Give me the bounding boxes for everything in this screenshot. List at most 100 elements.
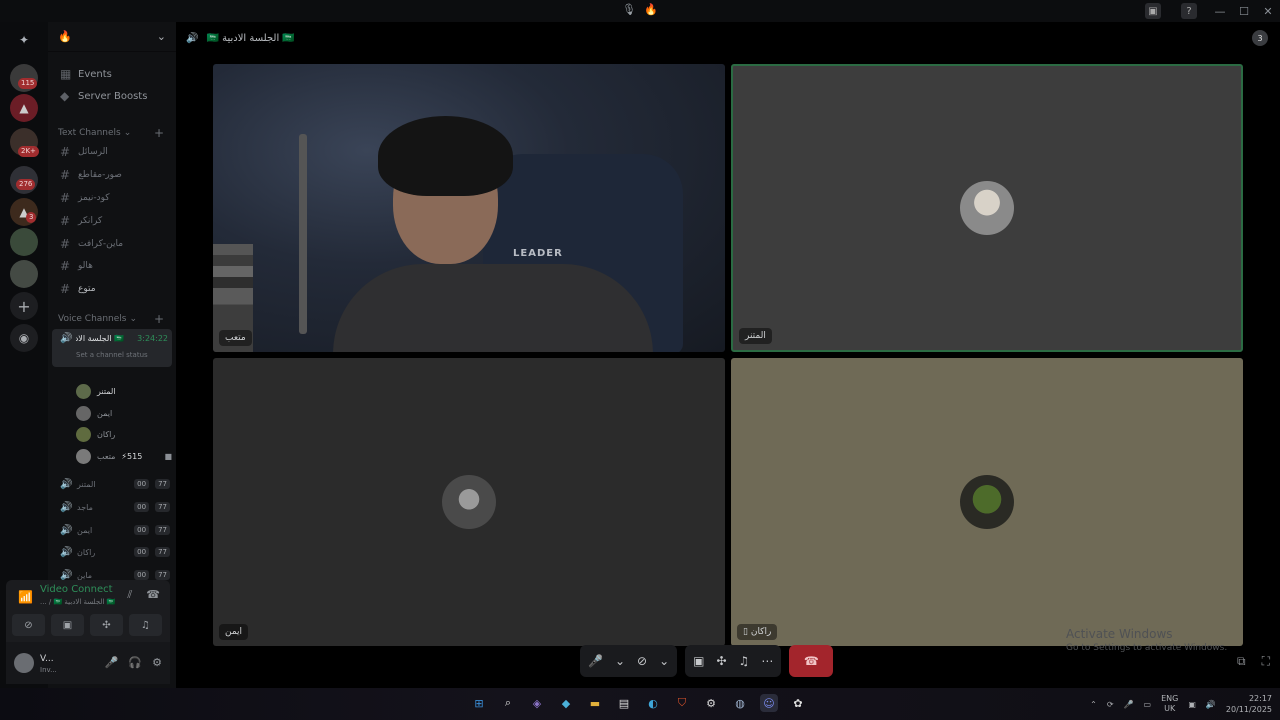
boosts-item[interactable]: ◆ Server Boosts [48,86,176,106]
voice-channel[interactable]: 🔊 المتنر 00 77 [48,473,176,495]
sync-icon[interactable]: ⟳ [1107,700,1114,709]
server-icon-2[interactable]: ▲ [10,94,38,122]
activities-icon[interactable]: ✣ [716,654,726,668]
volume-icon[interactable]: 🔊 [1206,700,1216,709]
activities-icon[interactable]: ✣ [90,614,123,636]
noise-suppression-icon[interactable]: ⫽ [127,588,132,602]
windows-start-icon[interactable]: ⊞ [470,694,488,712]
text-channel[interactable]: # كود-نيمز [48,188,176,208]
more-icon[interactable]: ⋯ [761,654,773,668]
active-voice-channel[interactable]: 🔊 🇸🇦 الجلسة الادبية 3:24:22 Set a channe… [52,329,172,367]
server-icon-6[interactable] [10,228,38,256]
gamepad-icon[interactable]: ◈ [528,694,546,712]
server-icon-7[interactable] [10,260,38,288]
fullscreen-icon[interactable]: ⛶ [1262,654,1270,669]
voice-member[interactable]: ايمن [76,403,172,423]
brave-icon[interactable]: ⛉ [673,694,691,712]
text-channel[interactable]: # كرانكر [48,211,176,231]
text-channel[interactable]: # متوع [48,279,176,299]
store-icon[interactable]: ▤ [615,694,633,712]
pill: 00 [134,525,150,535]
text-channel[interactable]: # هالو [48,256,176,276]
camera-icon: ■ [164,451,172,461]
voice-member[interactable]: متعب ⚡515 ■ [76,446,172,466]
video-tile[interactable]: LEADER متعب [213,64,725,352]
microphone-icon[interactable]: 🎤 [1124,700,1134,709]
help-icon[interactable]: ? [1181,3,1197,19]
screen-share-icon[interactable]: ▣ [51,614,84,636]
copilot-icon[interactable]: ◆ [557,694,575,712]
gear-icon[interactable]: ⚙ [152,656,162,669]
hangup-button[interactable]: ☎ [789,645,834,677]
video-tile[interactable]: ايمن [213,358,725,646]
signal-icon[interactable]: 📶 [18,590,33,604]
pill: 00 [134,570,150,580]
close-button[interactable]: ✕ [1256,0,1280,22]
activation-watermark-title: Activate Windows [1066,627,1173,641]
chevron-icon: ⌄ [123,128,132,138]
soundboard-icon[interactable]: ♫ [129,614,162,636]
steam-icon[interactable]: ◍ [731,694,749,712]
screen-share-icon[interactable]: ▣ [1145,3,1161,19]
voice-channels-category[interactable]: Voice Channels ⌄ [58,314,137,324]
folder-icon[interactable]: ▬ [586,694,604,712]
text-channels-category[interactable]: Text Channels ⌄ [58,128,131,138]
maximize-button[interactable]: ☐ [1232,0,1256,22]
hash-icon: # [60,282,71,296]
discord-icon[interactable]: ☺ [760,694,778,712]
activity-icon[interactable]: 3 [1252,30,1268,46]
add-text-channel-icon[interactable]: + [154,126,164,140]
video-tile[interactable]: ▯ راكان [731,358,1243,646]
text-channel[interactable]: # الرسائل [48,142,176,162]
disconnect-icon[interactable]: ☎ [146,588,160,602]
server-header[interactable]: 🔥 ⌄ [48,22,176,52]
voice-connected-panel: 📶 Video Connect 🇸🇦 الجلسة الادبية 🇸🇦 / .… [6,580,170,642]
title-bar: 🎙 🔥 ▣ ? — ☐ ✕ [0,0,1280,22]
popout-icon[interactable]: ⧉ [1237,654,1246,669]
text-channel[interactable]: # ماين-كرافت [48,234,176,254]
search-icon[interactable]: ⌕ [499,694,517,712]
chevron-down-icon[interactable]: ⌄ [615,654,625,668]
channel-pills: 00 77 [131,502,170,512]
settings-icon[interactable]: ⚙ [702,694,720,712]
voice-channel[interactable]: 🔊 راكان 00 77 [48,541,176,563]
chevron-down-icon[interactable]: ⌄ [659,654,669,668]
active-voice-name: 🇸🇦 الجلسة الادبية [76,334,124,343]
screen-share-icon[interactable]: ▣ [693,654,704,668]
discord-home-icon[interactable]: ✦ [10,26,38,54]
camera-off-icon[interactable]: ⊘ [12,614,45,636]
text-channel[interactable]: # صور-مقاطع [48,165,176,185]
hash-icon: # [60,214,71,228]
edge-icon[interactable]: ◐ [644,694,662,712]
explore-icon[interactable]: ◉ [10,324,38,352]
chevron-down-icon[interactable]: ⌄ [157,30,166,43]
events-item[interactable]: ▦ Events [48,64,176,84]
soundboard-icon[interactable]: ♫ [739,654,750,668]
clock[interactable]: 22:17 20/11/2025 [1226,693,1272,715]
microphone-icon[interactable]: 🎤 [588,654,603,668]
microphone-icon[interactable]: 🎤 [105,656,119,669]
avatar[interactable] [14,653,34,673]
events-label: Events [78,68,112,80]
camera-off-icon[interactable]: ⊘ [637,654,647,668]
video-tile[interactable]: المتنر [731,64,1243,352]
display-icon[interactable]: ▭ [1144,700,1152,709]
voice-member[interactable]: راكان [76,424,172,444]
network-icon[interactable]: ▣ [1188,700,1196,709]
voice-call-icon[interactable]: 🎙 [622,3,636,16]
minimize-button[interactable]: — [1208,0,1232,22]
speaker-icon: 🔊 [60,546,73,558]
voice-channel[interactable]: 🔊 ماجد 00 77 [48,496,176,518]
headphones-icon[interactable]: 🎧 [128,656,142,669]
voice-channel[interactable]: 🔊 ايمن 00 77 [48,519,176,541]
title-right-icons: ▣ ? [1145,3,1197,19]
channel-status[interactable]: Set a channel status [76,351,148,359]
language-indicator[interactable]: ENG UK [1161,694,1178,714]
chevron-up-icon[interactable]: ⌃ [1090,700,1097,709]
add-server-icon[interactable]: + [10,292,38,320]
chatgpt-icon[interactable]: ✿ [789,694,807,712]
voice-member[interactable]: المتنر [76,381,172,401]
voice-connected-subtitle[interactable]: 🇸🇦 الجلسة الادبية 🇸🇦 / ... [40,598,115,606]
server-badge-3: 2K+ [18,146,39,157]
add-voice-channel-icon[interactable]: + [154,312,164,326]
